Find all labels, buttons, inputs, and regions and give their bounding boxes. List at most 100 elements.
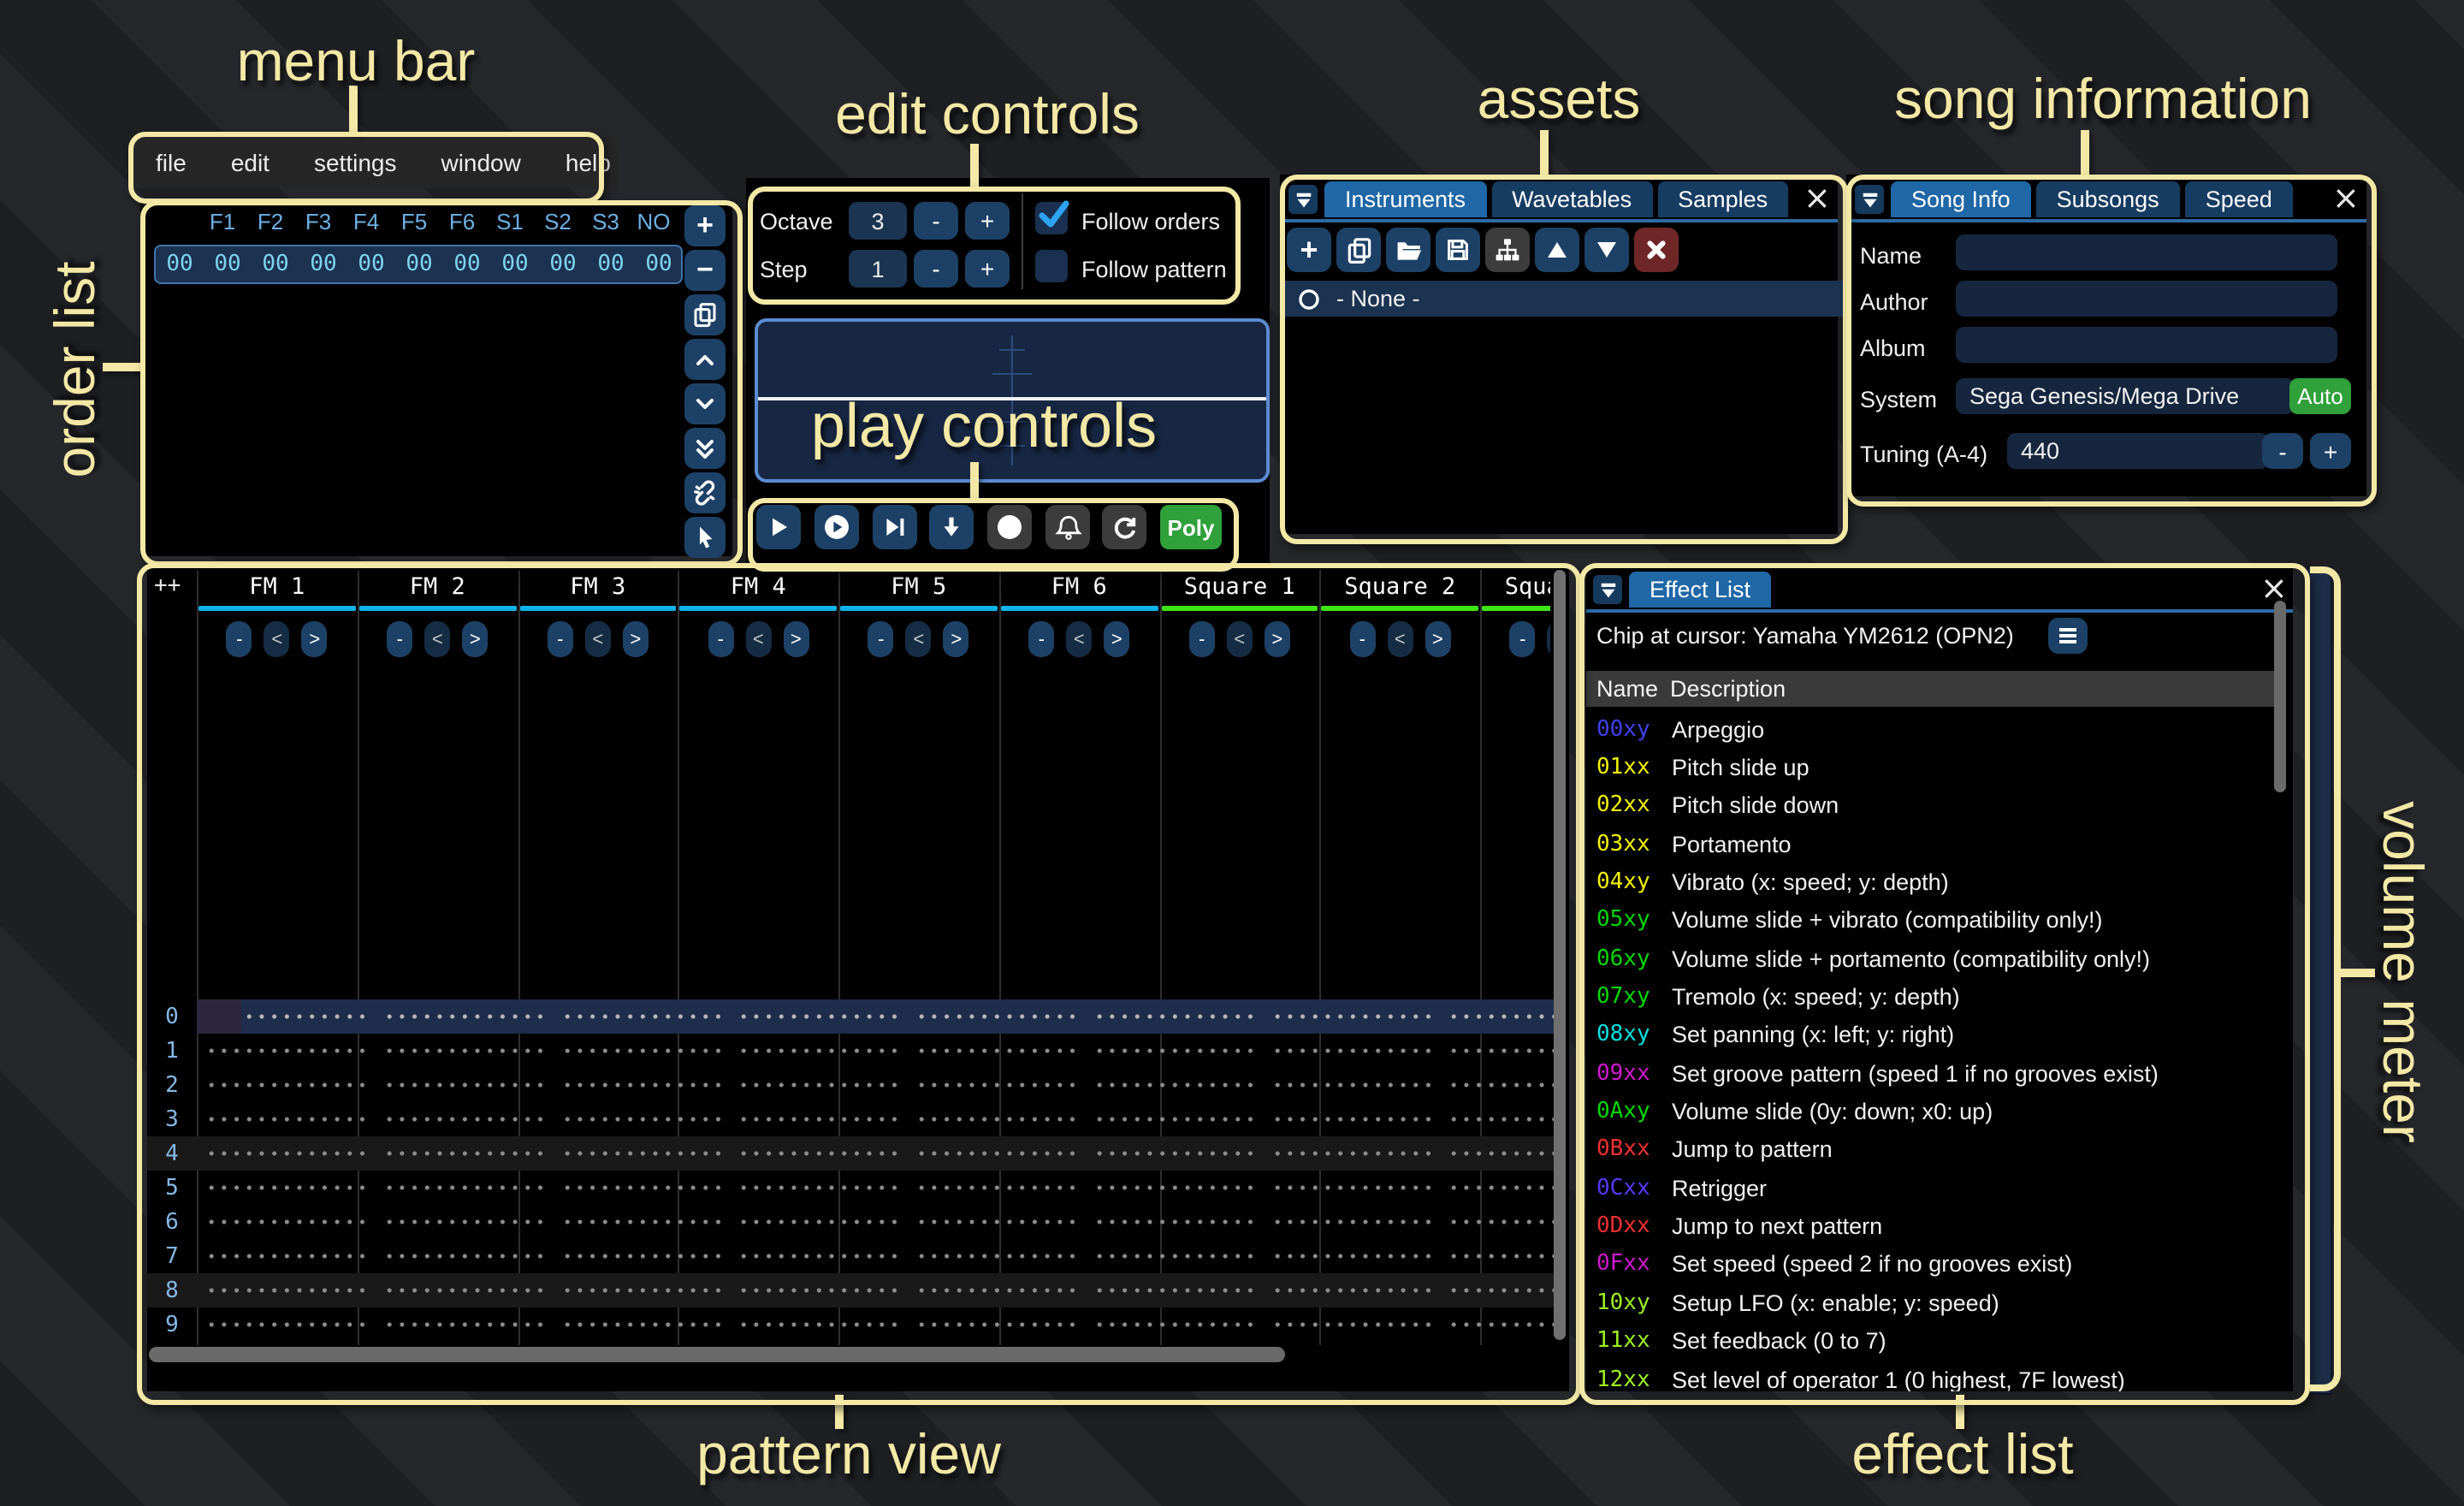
pattern-cell[interactable] <box>1270 1034 1431 1068</box>
album-field[interactable] <box>1956 327 2337 363</box>
song-info-tab[interactable]: Speed <box>2185 181 2293 217</box>
effect-row[interactable]: 12xx Set level of operator 1 (0 highest,… <box>1586 1361 2286 1391</box>
pattern-cell[interactable] <box>915 1239 1076 1273</box>
asset-move-up-button[interactable] <box>1535 228 1579 272</box>
octave-increment-button[interactable]: + <box>965 202 1010 240</box>
poly-toggle-button[interactable]: Poly <box>1160 505 1222 549</box>
channel-prev-pattern-button[interactable]: < <box>1066 621 1092 657</box>
author-field[interactable] <box>1956 281 2337 317</box>
follow-orders-checkbox[interactable] <box>1035 202 1068 234</box>
pattern-cell[interactable] <box>1270 999 1431 1034</box>
pattern-cell[interactable] <box>560 1239 721 1273</box>
pattern-cell[interactable] <box>1093 1034 1254 1068</box>
pattern-cell[interactable] <box>1093 1068 1254 1102</box>
pattern-cell[interactable] <box>560 1342 721 1345</box>
effect-row[interactable]: 03xx Portamento <box>1586 825 2286 863</box>
pattern-cell[interactable] <box>1448 1273 1561 1307</box>
pattern-cell[interactable] <box>915 1342 1076 1345</box>
repeat-pattern-button[interactable] <box>1102 505 1146 549</box>
channel-name[interactable]: Square 2 <box>1320 573 1481 602</box>
step-decrement-button[interactable]: - <box>914 250 958 288</box>
pattern-cell[interactable] <box>738 1102 899 1136</box>
order-cell[interactable]: 00 <box>635 252 683 277</box>
order-cell[interactable]: 00 <box>395 252 443 277</box>
order-cell[interactable]: 00 <box>539 252 587 277</box>
pattern-cell[interactable] <box>738 1205 899 1239</box>
pattern-corner-button[interactable]: ++ <box>154 573 181 599</box>
order-move-up-button[interactable] <box>684 339 726 380</box>
order-move-down-button[interactable] <box>684 383 726 424</box>
pattern-cell[interactable] <box>560 1307 721 1342</box>
tuning-decrement-button[interactable]: - <box>2262 433 2303 469</box>
pattern-vertical-scrollbar[interactable] <box>1554 570 1566 1340</box>
pattern-cell[interactable] <box>205 1171 366 1205</box>
pattern-cell[interactable] <box>738 1273 899 1307</box>
effect-row[interactable]: 06xy Volume slide + portamento (compatib… <box>1586 940 2286 978</box>
pattern-cell[interactable] <box>1448 1342 1561 1345</box>
effect-row[interactable]: 00xy Arpeggio <box>1586 710 2286 749</box>
order-list-row[interactable]: 00 00000000000000000000 <box>154 245 683 284</box>
channel-name[interactable]: FM 5 <box>838 573 999 602</box>
pattern-cell[interactable] <box>1093 1171 1254 1205</box>
menu-item[interactable]: window <box>441 149 520 176</box>
pattern-cell[interactable] <box>915 1068 1076 1102</box>
assets-close-icon[interactable]: × <box>1804 183 1831 216</box>
order-cell[interactable]: 00 <box>252 252 299 277</box>
pattern-cell[interactable] <box>1270 1068 1431 1102</box>
pattern-cell[interactable] <box>560 1068 721 1102</box>
asset-add-button[interactable]: + <box>1287 228 1331 272</box>
channel-name[interactable]: FM 4 <box>678 573 839 602</box>
channel-name[interactable]: Square 1 <box>1159 573 1320 602</box>
pattern-cell[interactable] <box>738 1342 899 1345</box>
pattern-row[interactable]: 4 <box>147 1136 1561 1171</box>
effect-row[interactable]: 07xy Tremolo (x: speed; y: depth) <box>1586 978 2286 1017</box>
effect-row[interactable]: 10xy Setup LFO (x: enable; y: speed) <box>1586 1284 2286 1322</box>
asset-open-button[interactable] <box>1386 228 1430 272</box>
effect-row[interactable]: 0Axy Volume slide (0y: down; x0: up) <box>1586 1093 2286 1131</box>
song-info-tab[interactable]: Subsongs <box>2036 181 2180 217</box>
system-auto-button[interactable]: Auto <box>2289 378 2351 414</box>
channel-next-pattern-button[interactable]: > <box>1265 621 1290 657</box>
pattern-cell[interactable] <box>205 1136 366 1171</box>
order-cell[interactable]: 00 <box>347 252 395 277</box>
pattern-cell[interactable] <box>1270 1171 1431 1205</box>
effect-list-menu-button[interactable] <box>2048 618 2088 654</box>
pattern-cell[interactable] <box>1270 1136 1431 1171</box>
pattern-cell[interactable] <box>560 1205 721 1239</box>
pattern-cell[interactable] <box>1270 1239 1431 1273</box>
play-button[interactable] <box>756 505 801 549</box>
pattern-cell[interactable] <box>383 1342 544 1345</box>
step-row-button[interactable] <box>929 505 974 549</box>
channel-collapse-button[interactable]: - <box>1028 621 1054 657</box>
pattern-cell[interactable] <box>1270 1307 1431 1342</box>
order-cell[interactable]: 00 <box>204 252 252 277</box>
assets-tab[interactable]: Instruments <box>1324 181 1486 217</box>
pattern-cell[interactable] <box>1448 1171 1561 1205</box>
pattern-cell[interactable] <box>1093 1239 1254 1273</box>
order-duplicate-button[interactable] <box>684 294 726 335</box>
pattern-row[interactable]: 6 <box>147 1205 1561 1239</box>
channel-prev-pattern-button[interactable]: < <box>264 621 290 657</box>
effect-list-scrollbar[interactable] <box>2274 601 2286 792</box>
channel-next-pattern-button[interactable]: > <box>944 621 969 657</box>
effect-row[interactable]: 0Dxx Jump to next pattern <box>1586 1207 2286 1246</box>
pattern-cell[interactable] <box>1448 999 1561 1034</box>
order-remove-button[interactable]: − <box>684 250 726 291</box>
pattern-cell[interactable] <box>915 1273 1076 1307</box>
pattern-cell[interactable] <box>1093 1273 1254 1307</box>
pattern-row[interactable]: 2 <box>147 1068 1561 1102</box>
play-from-cursor-button[interactable] <box>873 505 917 549</box>
tuning-field[interactable]: 440 <box>2007 433 2269 469</box>
effect-row[interactable]: 02xx Pitch slide down <box>1586 786 2286 825</box>
pattern-cell[interactable] <box>383 999 544 1034</box>
pattern-cell[interactable] <box>383 1307 544 1342</box>
channel-collapse-button[interactable]: - <box>708 621 733 657</box>
song-info-tab[interactable]: Song Info <box>1891 181 2031 217</box>
pattern-cell[interactable] <box>915 1102 1076 1136</box>
order-select-button[interactable] <box>684 517 726 558</box>
asset-tree-view-button[interactable] <box>1485 228 1530 272</box>
follow-pattern-label[interactable]: Follow pattern <box>1081 257 1227 282</box>
pattern-cell[interactable] <box>560 1034 721 1068</box>
channel-name[interactable]: FM 6 <box>999 573 1160 602</box>
pattern-cell[interactable] <box>1448 1239 1561 1273</box>
